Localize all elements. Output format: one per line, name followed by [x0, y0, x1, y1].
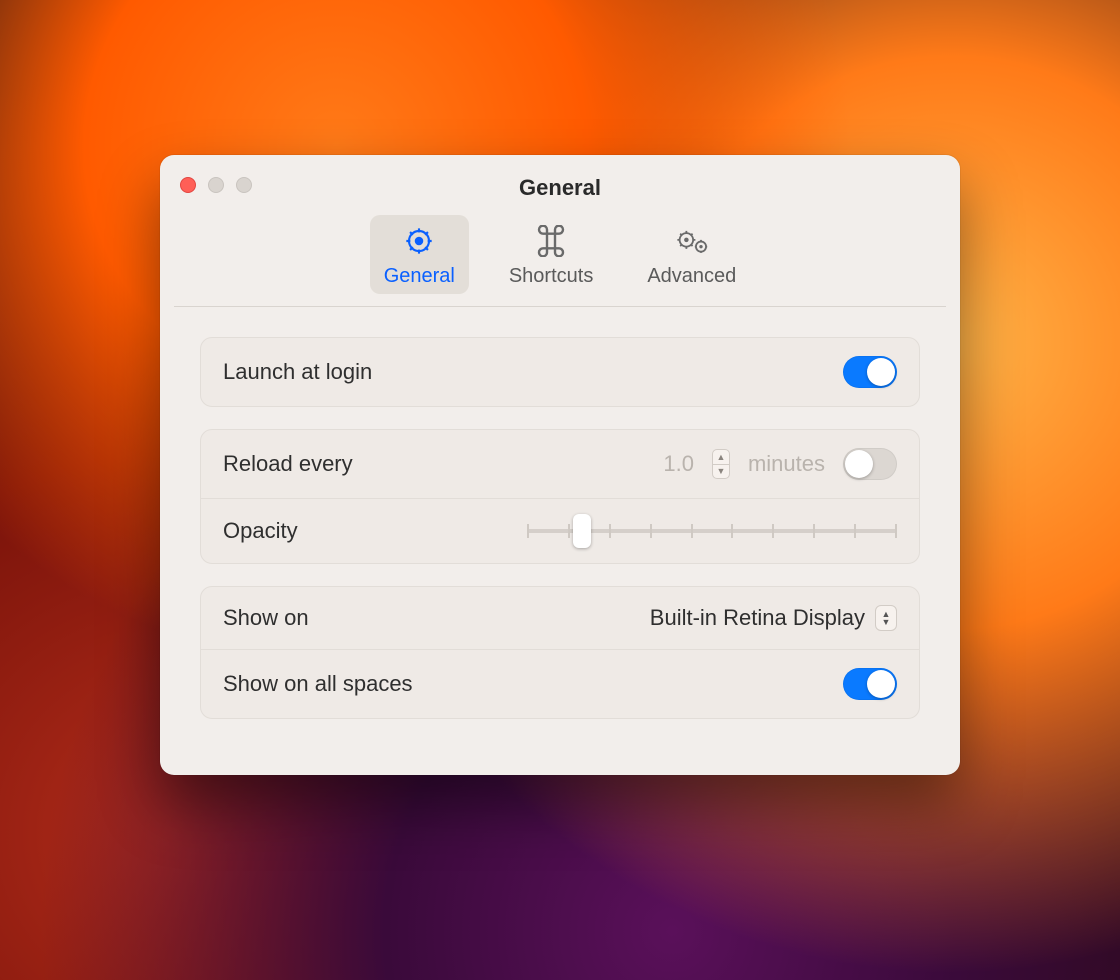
tab-general[interactable]: General — [370, 215, 469, 294]
label: Show on — [223, 605, 309, 631]
row-reload: Reload every 1.0 ▲ ▼ minutes — [201, 430, 919, 498]
reload-enabled-toggle[interactable] — [843, 448, 897, 480]
label: Opacity — [223, 518, 298, 544]
chevron-down-icon: ▼ — [713, 465, 729, 479]
show-on-popup[interactable]: Built-in Retina Display ▲▼ — [650, 605, 897, 631]
launch-at-login-toggle[interactable] — [843, 356, 897, 388]
tab-label: Advanced — [647, 265, 736, 288]
label: Launch at login — [223, 359, 372, 385]
close-button[interactable] — [180, 177, 196, 193]
reload-interval-value: 1.0 — [663, 451, 694, 477]
group-launch: Launch at login — [200, 337, 920, 407]
row-launch-at-login: Launch at login — [201, 338, 919, 406]
slider-thumb[interactable] — [573, 514, 591, 548]
chevron-up-icon: ▲ — [713, 450, 729, 465]
label: Show on all spaces — [223, 671, 413, 697]
preferences-window: General General Shortcuts — [160, 155, 960, 775]
tab-label: Shortcuts — [509, 265, 593, 288]
command-icon — [533, 223, 569, 259]
gears-icon — [674, 223, 710, 259]
group-display-options: Reload every 1.0 ▲ ▼ minutes Opacity — [200, 429, 920, 564]
gear-icon — [401, 223, 437, 259]
show-on-all-spaces-toggle[interactable] — [843, 668, 897, 700]
reload-unit: minutes — [748, 451, 825, 477]
tab-advanced[interactable]: Advanced — [633, 215, 750, 294]
tab-shortcuts[interactable]: Shortcuts — [495, 215, 607, 294]
label: Reload every — [223, 451, 353, 477]
row-opacity: Opacity — [201, 498, 919, 563]
content: Launch at login Reload every 1.0 ▲ ▼ min… — [160, 307, 960, 775]
popup-value: Built-in Retina Display — [650, 605, 865, 631]
tab-label: General — [384, 265, 455, 288]
opacity-slider[interactable] — [527, 517, 897, 545]
updown-chevron-icon: ▲▼ — [875, 605, 897, 631]
traffic-lights — [180, 177, 252, 193]
row-show-on-all-spaces: Show on all spaces — [201, 649, 919, 718]
tab-toolbar: General Shortcuts — [174, 201, 946, 307]
minimize-button[interactable] — [208, 177, 224, 193]
window-title: General — [174, 169, 946, 201]
zoom-button[interactable] — [236, 177, 252, 193]
reload-interval-stepper[interactable]: ▲ ▼ — [712, 449, 730, 479]
row-show-on: Show on Built-in Retina Display ▲▼ — [201, 587, 919, 649]
group-placement: Show on Built-in Retina Display ▲▼ Show … — [200, 586, 920, 719]
titlebar: General General Shortcuts — [160, 155, 960, 307]
